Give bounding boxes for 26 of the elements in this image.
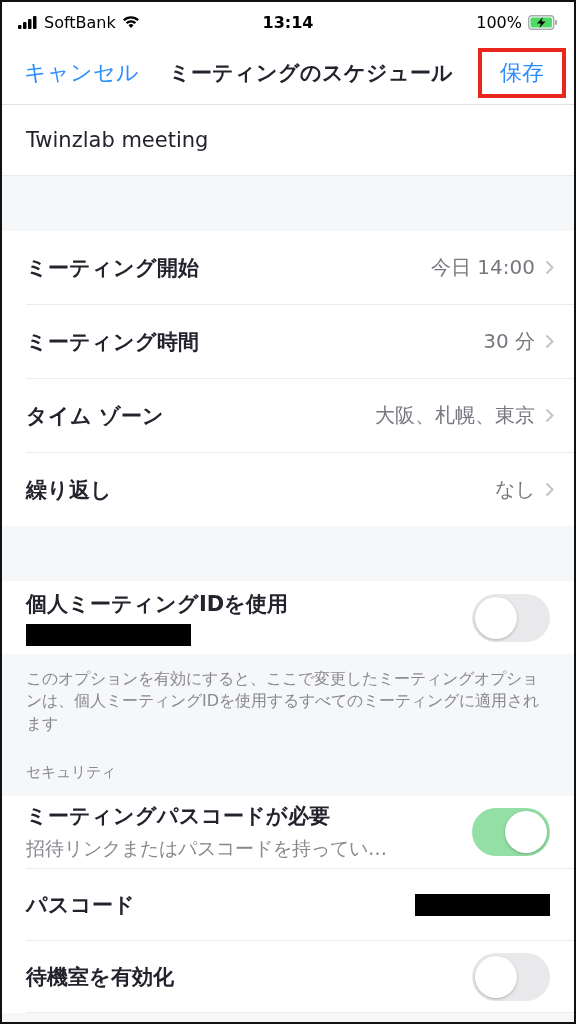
toggle-switch[interactable]	[472, 952, 550, 1001]
toggle-switch[interactable]	[472, 808, 550, 857]
setting-subtitle: 招待リンクまたはパスコードを持ってい…	[26, 836, 387, 862]
screen-title: ミーティングのスケジュール	[167, 60, 454, 87]
settings-row[interactable]: 繰り返し なし	[26, 453, 574, 526]
topic-field[interactable]: Twinzlab meeting	[2, 105, 574, 176]
chevron-icon	[545, 334, 554, 349]
signal-icon	[18, 15, 38, 29]
settings-row[interactable]: タイム ゾーン 大阪、札幌、東京	[26, 379, 574, 453]
chevron-icon	[545, 482, 554, 497]
option-note: このオプションを有効にすると、ここで変更したミーティングオプションは、個人ミーティングIDを使用するすべてのミーティングに適用されます	[25, 668, 541, 735]
battery-charging-icon	[528, 14, 558, 30]
settings-row[interactable]: ミーティング時間 30 分	[26, 305, 574, 379]
chevron-icon	[545, 408, 554, 423]
section-header: セキュリティ	[25, 762, 117, 784]
settings-row[interactable]: ミーティング開始 今日 14:00	[26, 231, 574, 305]
wifi-icon	[121, 15, 140, 29]
setting-label: パスコード	[26, 891, 135, 919]
carrier-name: SoftBank	[44, 12, 116, 32]
battery-percent: 100%	[476, 12, 522, 32]
setting-label: 個人ミーティングIDを使用	[26, 590, 289, 618]
setting-label: 待機室を有効化	[26, 963, 174, 991]
toggle-switch[interactable]	[472, 593, 550, 642]
chevron-icon	[545, 260, 554, 275]
status-time: 13:14	[262, 12, 314, 32]
setting-label: ミーティングパスコードが必要	[26, 803, 331, 831]
